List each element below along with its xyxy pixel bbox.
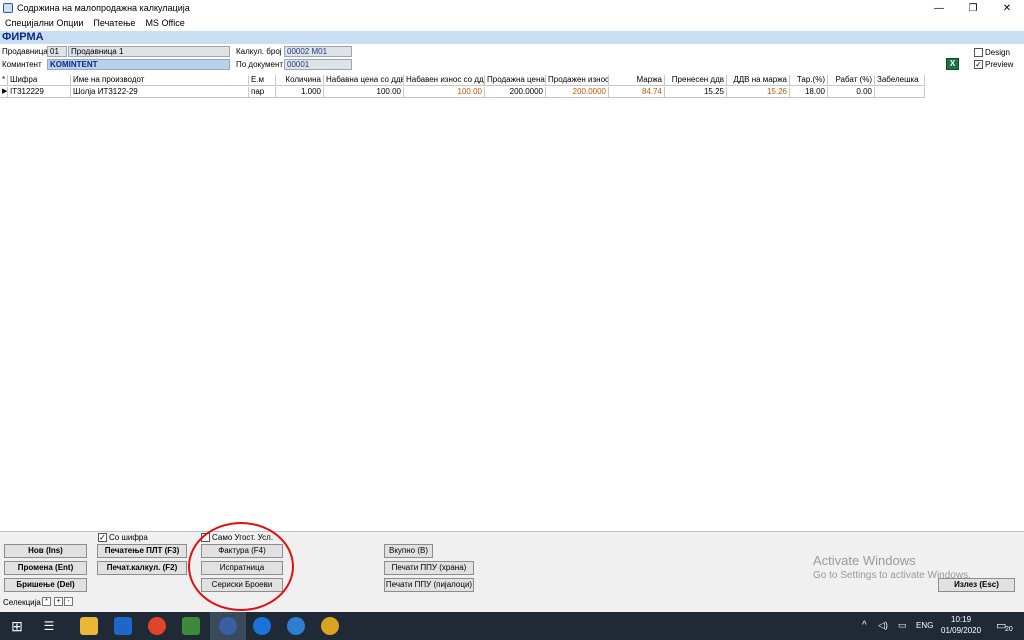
- cell-note[interactable]: [875, 87, 925, 98]
- cell-sale-price[interactable]: 200.0000: [485, 87, 546, 98]
- file-explorer-icon[interactable]: [80, 617, 98, 635]
- selection-label: Селекција: [3, 598, 41, 607]
- selection-all-button[interactable]: *: [42, 597, 51, 606]
- store-label: Продавница: [2, 47, 48, 56]
- cell-sale-amount[interactable]: 200.0000: [546, 87, 609, 98]
- cell-margin[interactable]: 84.74: [609, 87, 665, 98]
- app-window: Содржина на малопродажна калкулација — ❐…: [0, 0, 1024, 640]
- client-field[interactable]: KOMINTENT: [47, 59, 230, 70]
- task-view-icon[interactable]: ☰: [40, 617, 58, 635]
- activation-watermark: Activate Windows Go to Settings to activ…: [813, 553, 971, 581]
- col-code[interactable]: Шифра: [8, 75, 71, 86]
- tray-chevron-icon[interactable]: ^: [862, 620, 867, 631]
- design-label: Design: [985, 48, 1010, 57]
- design-checkbox[interactable]: Design: [974, 48, 1010, 57]
- cell-product-name[interactable]: Шолја ИТ3122-29: [71, 87, 249, 98]
- taskbar: ⊞ ☰ ^ ◁) ▭ ENG 10:19 01/09/2020 ▭ 20: [0, 612, 1024, 640]
- notifications-count: 20: [1005, 626, 1013, 633]
- delete-button[interactable]: Бришење (Del): [4, 578, 87, 592]
- client-label: Коминтент: [2, 60, 42, 69]
- col-purchase-price[interactable]: Набавна цена со ддв: [324, 75, 404, 86]
- preview-label: Preview: [985, 60, 1014, 69]
- menu-printing[interactable]: Печатење: [88, 16, 140, 30]
- company-band: ФИРМА: [0, 31, 1024, 44]
- outlook-icon[interactable]: [114, 617, 132, 635]
- edit-button[interactable]: Промена (Ent): [4, 561, 87, 575]
- with-code-checkbox-box[interactable]: ✓: [98, 533, 107, 542]
- preview-checkbox-box[interactable]: ✓: [974, 60, 983, 69]
- company-name: ФИРМА: [2, 31, 44, 43]
- menu-bar: Специјални Опции Печатење MS Office: [0, 16, 1024, 30]
- with-code-label: Со шифра: [109, 533, 148, 542]
- print-ppu-drinks-button[interactable]: Печати ППУ (пијалоци): [384, 578, 474, 592]
- col-tariff[interactable]: Тар.(%): [790, 75, 828, 86]
- network-icon[interactable]: ▭: [898, 620, 907, 631]
- menu-special-options[interactable]: Специјални Опции: [0, 16, 88, 30]
- print-plt-button[interactable]: Печатење ПЛТ (F3): [97, 544, 187, 558]
- minimize-button[interactable]: —: [922, 0, 956, 16]
- col-margin[interactable]: Маржа: [609, 75, 665, 86]
- clock-time[interactable]: 10:19: [951, 615, 971, 624]
- helix-app-icon[interactable]: [219, 617, 237, 635]
- paint-icon[interactable]: [321, 617, 339, 635]
- close-button[interactable]: ✕: [990, 0, 1024, 16]
- total-button[interactable]: Вкупно (B): [384, 544, 433, 558]
- calc-number-label: Калкул. број: [236, 47, 282, 56]
- document-field[interactable]: 00001: [284, 59, 352, 70]
- restore-button[interactable]: ❐: [956, 0, 990, 16]
- col-unit[interactable]: Е.м: [249, 75, 276, 86]
- cell-code[interactable]: IT312229: [8, 87, 71, 98]
- cell-carried-vat[interactable]: 15.25: [665, 87, 727, 98]
- chrome-icon[interactable]: [148, 617, 166, 635]
- cell-purchase-amount[interactable]: 100.00: [404, 87, 485, 98]
- grid-header: * Шифра Име на производот Е.м Количина Н…: [0, 75, 925, 86]
- store-name-field[interactable]: Продавница 1: [68, 46, 230, 57]
- row-selector-icon[interactable]: ▶: [0, 87, 8, 98]
- col-marker: *: [0, 75, 8, 86]
- menu-ms-office[interactable]: MS Office: [140, 16, 189, 30]
- col-discount[interactable]: Рабат (%): [828, 75, 875, 86]
- title-bar: Содржина на малопродажна калкулација — ❐…: [0, 0, 1024, 16]
- activation-subtitle: Go to Settings to activate Windows.: [813, 570, 971, 581]
- print-calculation-button[interactable]: Печат.калкул. (F2): [97, 561, 187, 575]
- cell-vat-margin[interactable]: 15.26: [727, 87, 790, 98]
- design-checkbox-box[interactable]: [974, 48, 983, 57]
- col-sale-amount[interactable]: Продажен износ: [546, 75, 609, 86]
- calc-number-field[interactable]: 00002 M01: [284, 46, 352, 57]
- col-carried-vat[interactable]: Пренесен ддв: [665, 75, 727, 86]
- activation-title: Activate Windows: [813, 553, 916, 568]
- cell-purchase-price[interactable]: 100.00: [324, 87, 404, 98]
- clock-date[interactable]: 01/09/2020: [941, 626, 981, 635]
- app-icon: [3, 3, 13, 13]
- red-annotation-circle: [188, 522, 294, 611]
- window-controls: — ❐ ✕: [922, 0, 1024, 16]
- windows-start-icon[interactable]: ⊞: [8, 617, 26, 635]
- volume-icon[interactable]: ◁): [878, 620, 888, 631]
- col-purchase-amount[interactable]: Набавен износ со ддв: [404, 75, 485, 86]
- cell-quantity[interactable]: 1.000: [276, 87, 324, 98]
- internet-explorer-icon[interactable]: [287, 617, 305, 635]
- selection-add-button[interactable]: +: [54, 597, 63, 606]
- window-title: Содржина на малопродажна калкулација: [17, 3, 190, 13]
- col-quantity[interactable]: Количина: [276, 75, 324, 86]
- language-indicator[interactable]: ENG: [916, 621, 933, 630]
- cell-discount[interactable]: 0.00: [828, 87, 875, 98]
- preview-checkbox[interactable]: ✓ Preview: [974, 60, 1013, 69]
- col-sale-price[interactable]: Продажна цена: [485, 75, 546, 86]
- teamviewer-icon[interactable]: [253, 617, 271, 635]
- new-button[interactable]: Нов (Ins): [4, 544, 87, 558]
- col-vat-margin[interactable]: ДДВ на маржа: [727, 75, 790, 86]
- document-label: По документ: [236, 60, 284, 69]
- store-code-field[interactable]: 01: [47, 46, 67, 57]
- col-note[interactable]: Забелешка: [875, 75, 925, 86]
- print-ppu-food-button[interactable]: Печати ППУ (храна): [384, 561, 474, 575]
- cell-unit[interactable]: пар: [249, 87, 276, 98]
- table-row[interactable]: ▶ IT312229 Шолја ИТ3122-29 пар 1.000 100…: [0, 87, 925, 98]
- col-product-name[interactable]: Име на производот: [71, 75, 249, 86]
- with-code-checkbox[interactable]: ✓ Со шифра: [98, 533, 148, 542]
- excel-export-icon[interactable]: X: [946, 58, 959, 70]
- app-green-icon[interactable]: [182, 617, 200, 635]
- selection-remove-button[interactable]: -: [64, 597, 73, 606]
- cell-tariff[interactable]: 18.00: [790, 87, 828, 98]
